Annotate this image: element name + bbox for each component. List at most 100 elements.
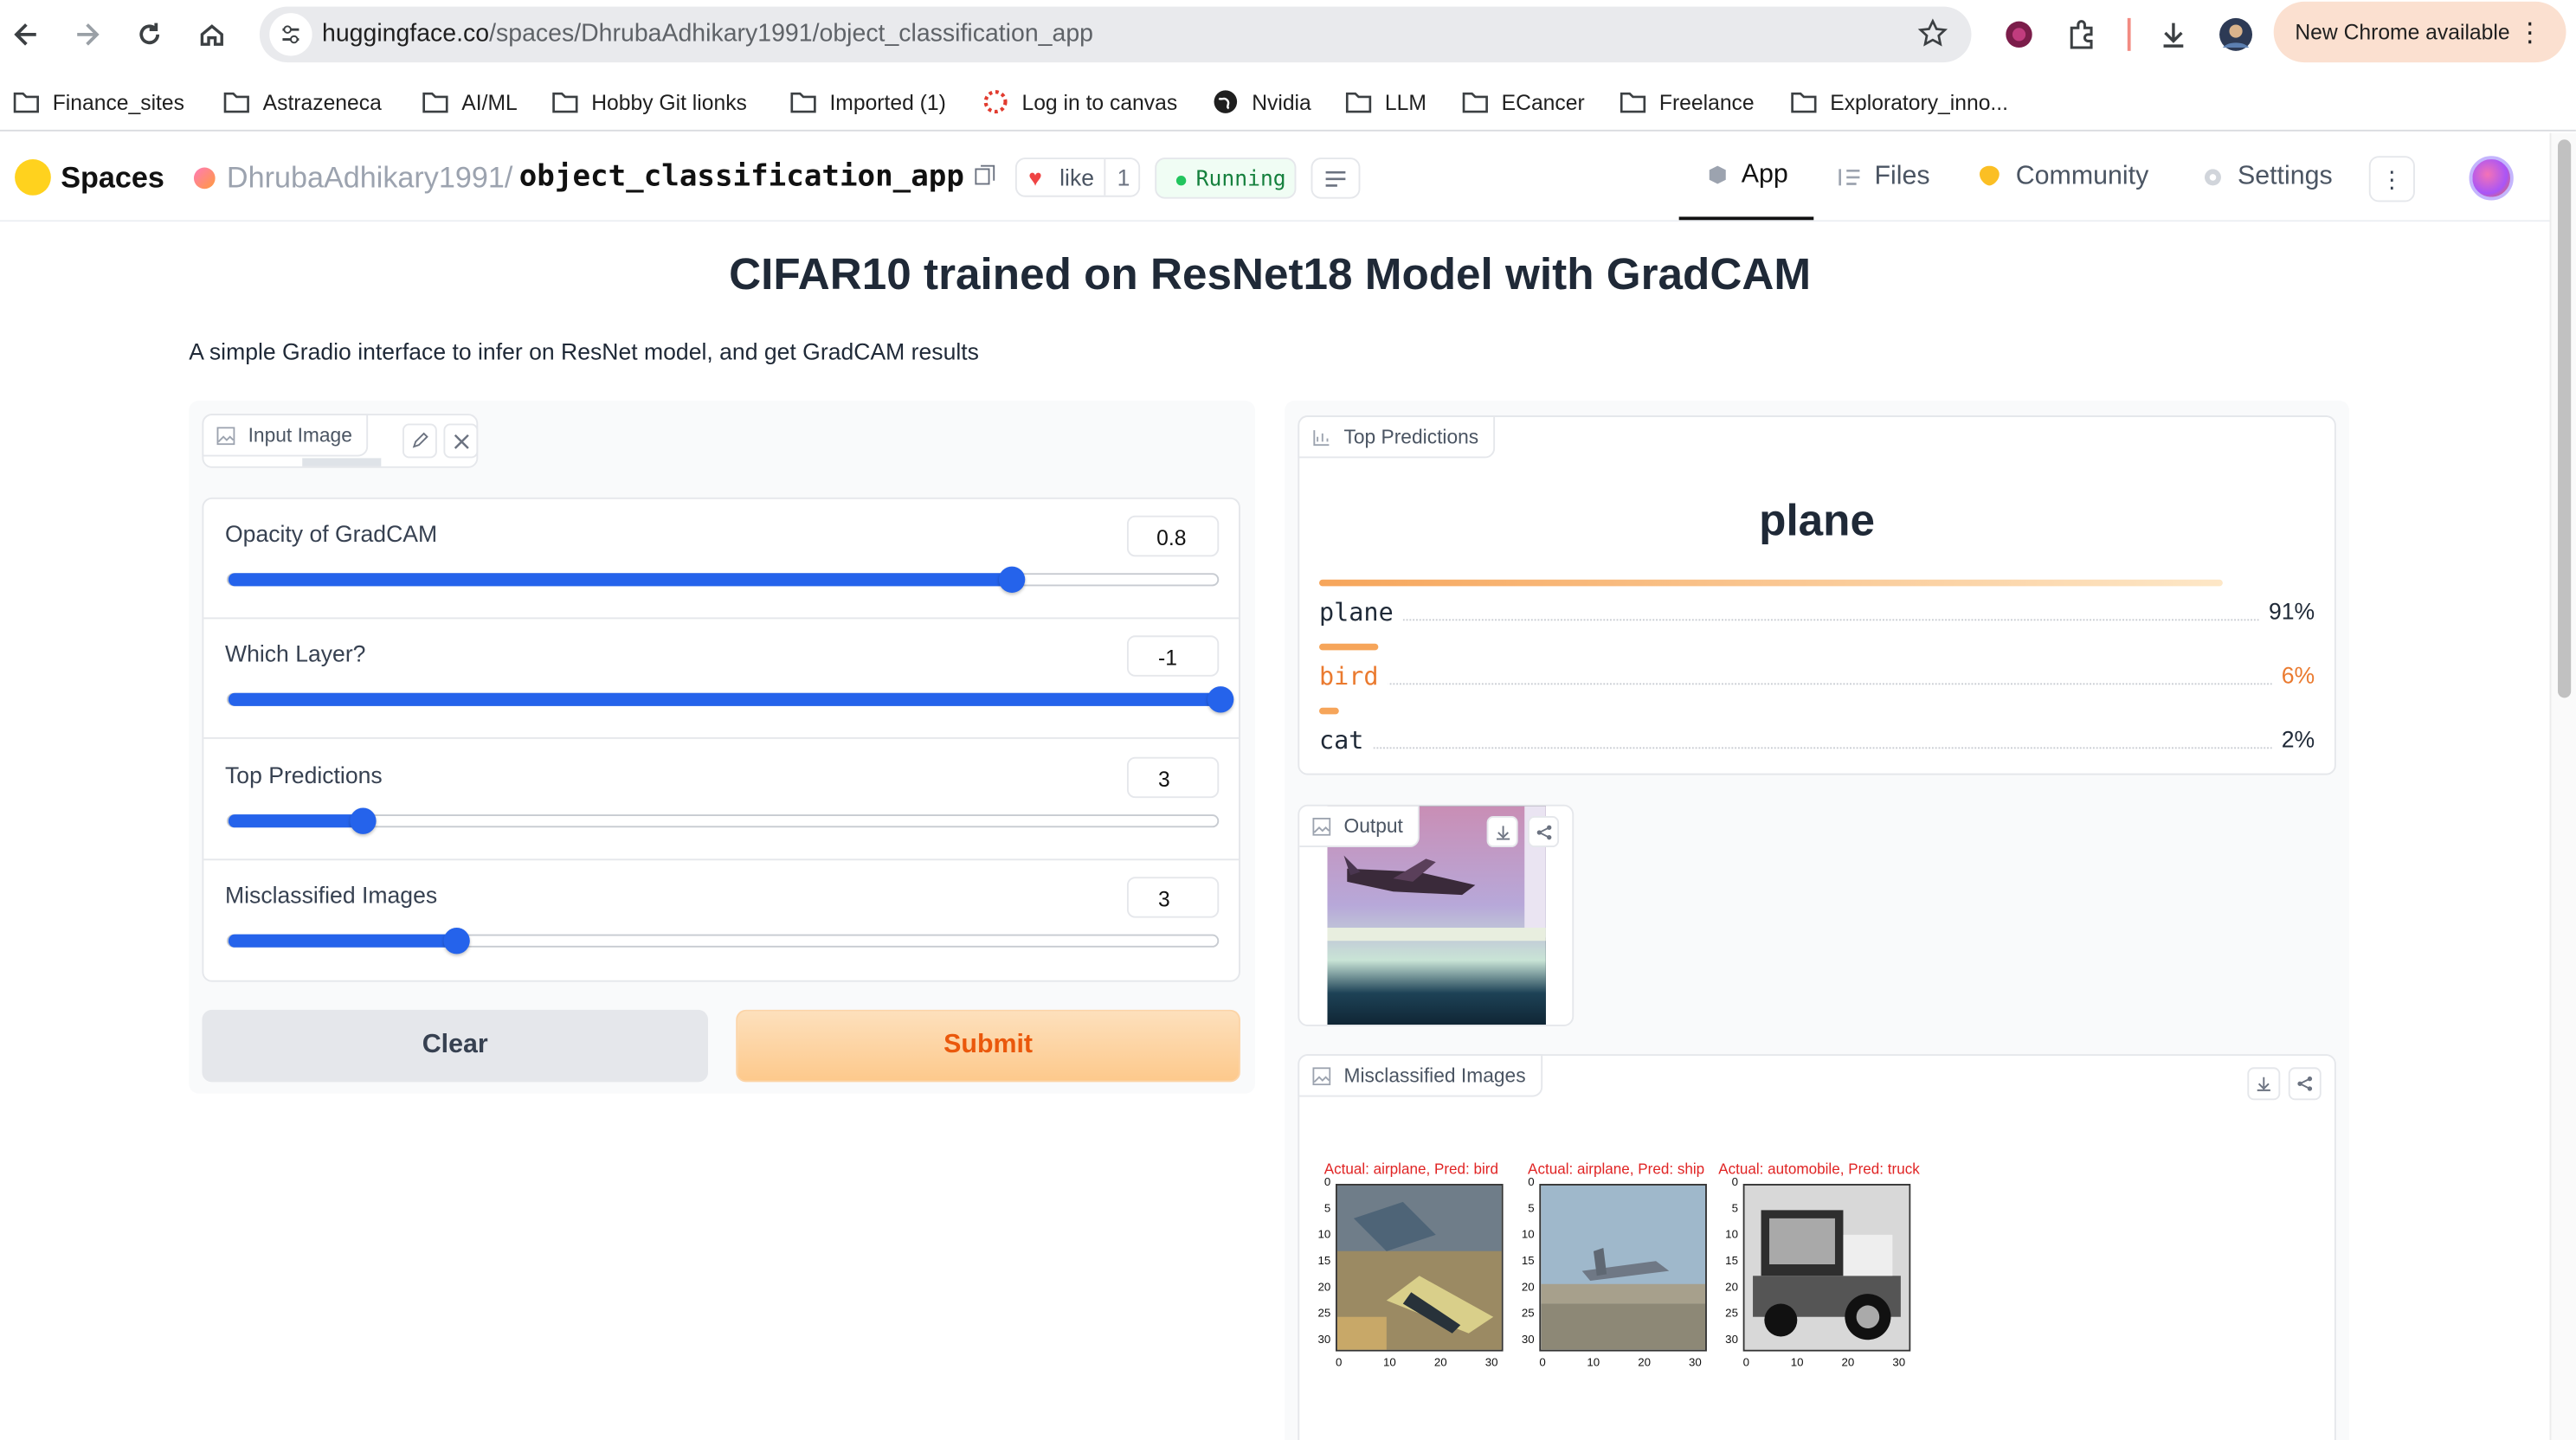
edit-icon[interactable] (402, 423, 437, 459)
spaces-link[interactable]: Spaces (61, 161, 164, 196)
hf-header: Spaces DhrubaAdhikary1991/ object_classi… (0, 132, 2550, 222)
bookmark-star-icon[interactable] (1917, 18, 1948, 58)
bookmark-item[interactable]: ECancer (1462, 87, 1585, 117)
extension-icon[interactable] (2000, 15, 2039, 55)
prediction-row[interactable]: cat 2% (1319, 725, 2315, 759)
site-settings-icon[interactable] (269, 13, 312, 56)
download-icon[interactable] (2154, 15, 2193, 55)
logs-icon (1325, 170, 1346, 186)
home-icon[interactable] (189, 11, 235, 57)
share-icon[interactable] (2288, 1067, 2322, 1101)
misclassified-slider[interactable] (226, 928, 1220, 955)
misclassified-image (1742, 1184, 1911, 1352)
new-chrome-available-button[interactable]: New Chrome available ⋮ (2273, 1, 2566, 63)
share-icon[interactable] (1528, 816, 1560, 848)
confidence-bar (1319, 707, 1339, 715)
axis-tick-label: 25 (1317, 1308, 1331, 1321)
new-chrome-label: New Chrome available (2295, 19, 2510, 45)
tab-settings[interactable]: Settings (2201, 133, 2333, 221)
submit-button[interactable]: Submit (736, 1009, 1240, 1083)
tab-app[interactable]: App (1678, 133, 1814, 221)
copy-icon[interactable] (974, 164, 995, 194)
top-predictions-panel: Top Predictions plane plane 91% bird 6% … (1298, 415, 2336, 775)
prediction-row[interactable]: bird 6% (1319, 661, 2315, 695)
layer-slider-label: Which Layer? (225, 640, 366, 667)
forward-icon[interactable] (64, 11, 110, 57)
app-name[interactable]: object_classification_app (519, 159, 964, 194)
download-icon[interactable] (2247, 1067, 2281, 1101)
heart-icon: ♥ (1028, 164, 1042, 191)
slider-knob[interactable] (349, 807, 376, 834)
top-predictions-label: Top Predictions (1298, 415, 1496, 459)
bookmark-item[interactable]: AI/ML (422, 87, 518, 117)
bookmark-item[interactable]: Finance_sites (13, 87, 184, 117)
prediction-row[interactable]: plane 91% (1319, 597, 2315, 631)
top-predictions-slider[interactable] (226, 807, 1220, 834)
bookmark-item[interactable]: Astrazeneca (223, 87, 382, 117)
slider-fill (228, 573, 1013, 587)
folder-icon (1620, 92, 1646, 113)
opacity-slider[interactable] (226, 566, 1220, 593)
layer-slider[interactable] (226, 686, 1234, 713)
hugging-face-logo-icon[interactable] (15, 159, 51, 196)
reload-icon[interactable] (126, 11, 172, 57)
bookmark-item[interactable]: Log in to canvas (982, 87, 1177, 117)
like-button[interactable]: ♥ like 1 (1014, 158, 1141, 197)
slider-knob[interactable] (999, 566, 1026, 593)
back-icon[interactable] (3, 11, 49, 57)
prediction-percent: 6% (2271, 661, 2315, 689)
slider-group: Opacity of GradCAM 0.8 Which Layer? -1 T… (202, 497, 1240, 982)
page-title: CIFAR10 trained on ResNet18 Model with G… (729, 249, 1812, 299)
axis-tick-label: 10 (1587, 1358, 1600, 1370)
address-bar[interactable]: huggingface.co/spaces/DhrubaAdhikary1991… (259, 6, 1972, 63)
tab-files[interactable]: Files (1839, 133, 1930, 221)
axis-tick-label: 10 (1725, 1230, 1738, 1242)
bookmark-item[interactable]: Imported (1) (790, 87, 946, 117)
misclassified-number-input[interactable]: 3 (1126, 877, 1220, 918)
axis-tick-label: 20 (1433, 1358, 1447, 1370)
bookmark-item[interactable]: LLM (1345, 87, 1426, 117)
toolbar-divider (2127, 17, 2131, 51)
clear-button[interactable]: Clear (202, 1009, 708, 1083)
owner-link[interactable]: DhrubaAdhikary1991/ (227, 161, 513, 196)
top-predictions-number-input[interactable]: 3 (1126, 756, 1220, 799)
misclassified-image (1335, 1184, 1504, 1352)
axis-tick-label: 10 (1790, 1358, 1804, 1370)
download-icon[interactable] (1486, 816, 1518, 848)
prediction-name: plane (1319, 597, 1404, 627)
layer-number-input[interactable]: -1 (1126, 635, 1220, 677)
files-icon (1839, 168, 1860, 185)
tab-community[interactable]: Community (1976, 133, 2148, 221)
prediction-name: cat (1319, 725, 1374, 755)
axis-tick-label: 10 (1383, 1358, 1396, 1370)
folder-icon (422, 92, 448, 113)
close-icon[interactable] (443, 423, 479, 459)
cube-icon (1709, 165, 1726, 184)
bookmark-item[interactable]: Freelance (1620, 87, 1755, 117)
prediction-name: bird (1319, 661, 1388, 691)
bookmarks-bar: Finance_sites Astrazeneca AI/ML Hobby Gi… (0, 69, 2576, 132)
image-icon (1312, 1066, 1331, 1085)
logs-button[interactable] (1311, 158, 1361, 199)
page-scrollbar[interactable] (2549, 132, 2576, 1440)
bookmark-item[interactable]: Nvidia (1213, 87, 1311, 117)
owner-avatar (193, 167, 216, 190)
more-options-icon[interactable]: ⋮ (2368, 156, 2415, 202)
scrollbar-thumb[interactable] (2558, 139, 2572, 698)
user-avatar[interactable] (2469, 156, 2514, 201)
opacity-number-input[interactable]: 0.8 (1126, 515, 1220, 557)
profile-avatar-icon[interactable] (2216, 15, 2256, 55)
slider-knob[interactable] (443, 928, 470, 955)
slider-fill (228, 692, 1221, 706)
image-icon (216, 426, 235, 445)
input-image-upload[interactable]: Input Image (202, 414, 479, 468)
misclassified-slider-row: Misclassified Images 3 (203, 860, 1239, 980)
like-count: 1 (1117, 164, 1130, 191)
opacity-slider-row: Opacity of GradCAM 0.8 (203, 499, 1240, 620)
bookmark-item[interactable]: Hobby Git lionks (552, 87, 747, 117)
slider-knob[interactable] (1207, 686, 1234, 713)
chrome-menu-icon[interactable]: ⋮ (2517, 16, 2543, 49)
canvas-icon (983, 90, 1008, 114)
extensions-puzzle-icon[interactable] (2062, 15, 2102, 55)
bookmark-item[interactable]: Exploratory_inno... (1791, 87, 2008, 117)
